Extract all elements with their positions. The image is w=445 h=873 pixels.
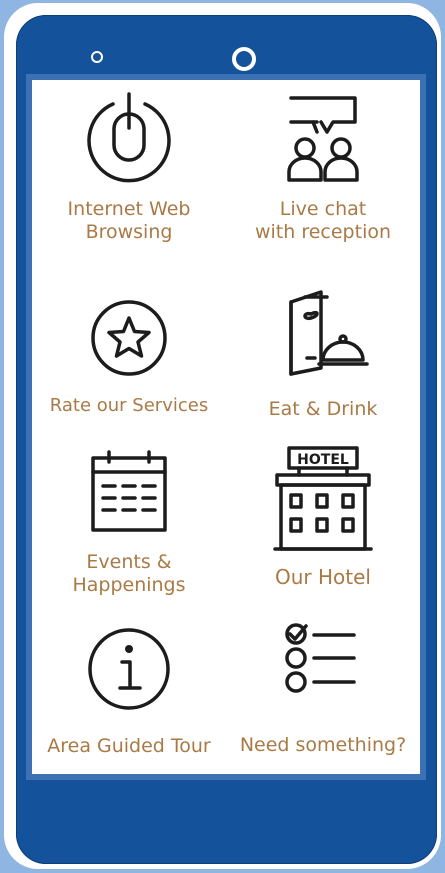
screen: Internet Web Browsing Live chat with rec… — [26, 74, 426, 780]
tile-rate-services[interactable]: Rate our Services — [32, 280, 226, 450]
mouse-icon — [32, 92, 226, 188]
tile-events-happenings[interactable]: Events & Happenings — [32, 450, 226, 620]
front-camera — [232, 47, 256, 71]
menu-cloche-icon — [226, 288, 420, 384]
menu-grid: Internet Web Browsing Live chat with rec… — [32, 80, 420, 774]
tile-label: Events & Happenings — [72, 551, 186, 596]
tile-label: Live chat with reception — [254, 198, 392, 243]
tile-label: Need something? — [239, 734, 407, 756]
hotel-sign-text: HOTEL — [297, 452, 349, 468]
info-icon — [32, 626, 226, 716]
tile-label: Eat & Drink — [268, 398, 378, 420]
tile-area-guided-tour[interactable]: Area Guided Tour — [32, 620, 226, 780]
calendar-icon — [32, 450, 226, 538]
chat-people-icon — [226, 88, 420, 188]
tile-label: Area Guided Tour — [47, 735, 211, 757]
checklist-icon — [226, 620, 420, 710]
tile-label: Internet Web Browsing — [67, 198, 191, 243]
tile-internet-web-browsing[interactable]: Internet Web Browsing — [32, 80, 226, 280]
sensor-dot — [91, 51, 103, 63]
tile-label: Rate our Services — [49, 395, 209, 416]
tile-need-something[interactable]: Need something? — [226, 620, 420, 780]
tile-eat-drink[interactable]: Eat & Drink — [226, 280, 420, 450]
star-icon — [32, 298, 226, 382]
tile-our-hotel[interactable]: HOTEL Our Hotel — [226, 445, 420, 615]
tile-label: Our Hotel — [275, 565, 371, 589]
tile-live-chat[interactable]: Live chat with reception — [226, 80, 420, 280]
hotel-building-icon: HOTEL — [226, 445, 420, 555]
